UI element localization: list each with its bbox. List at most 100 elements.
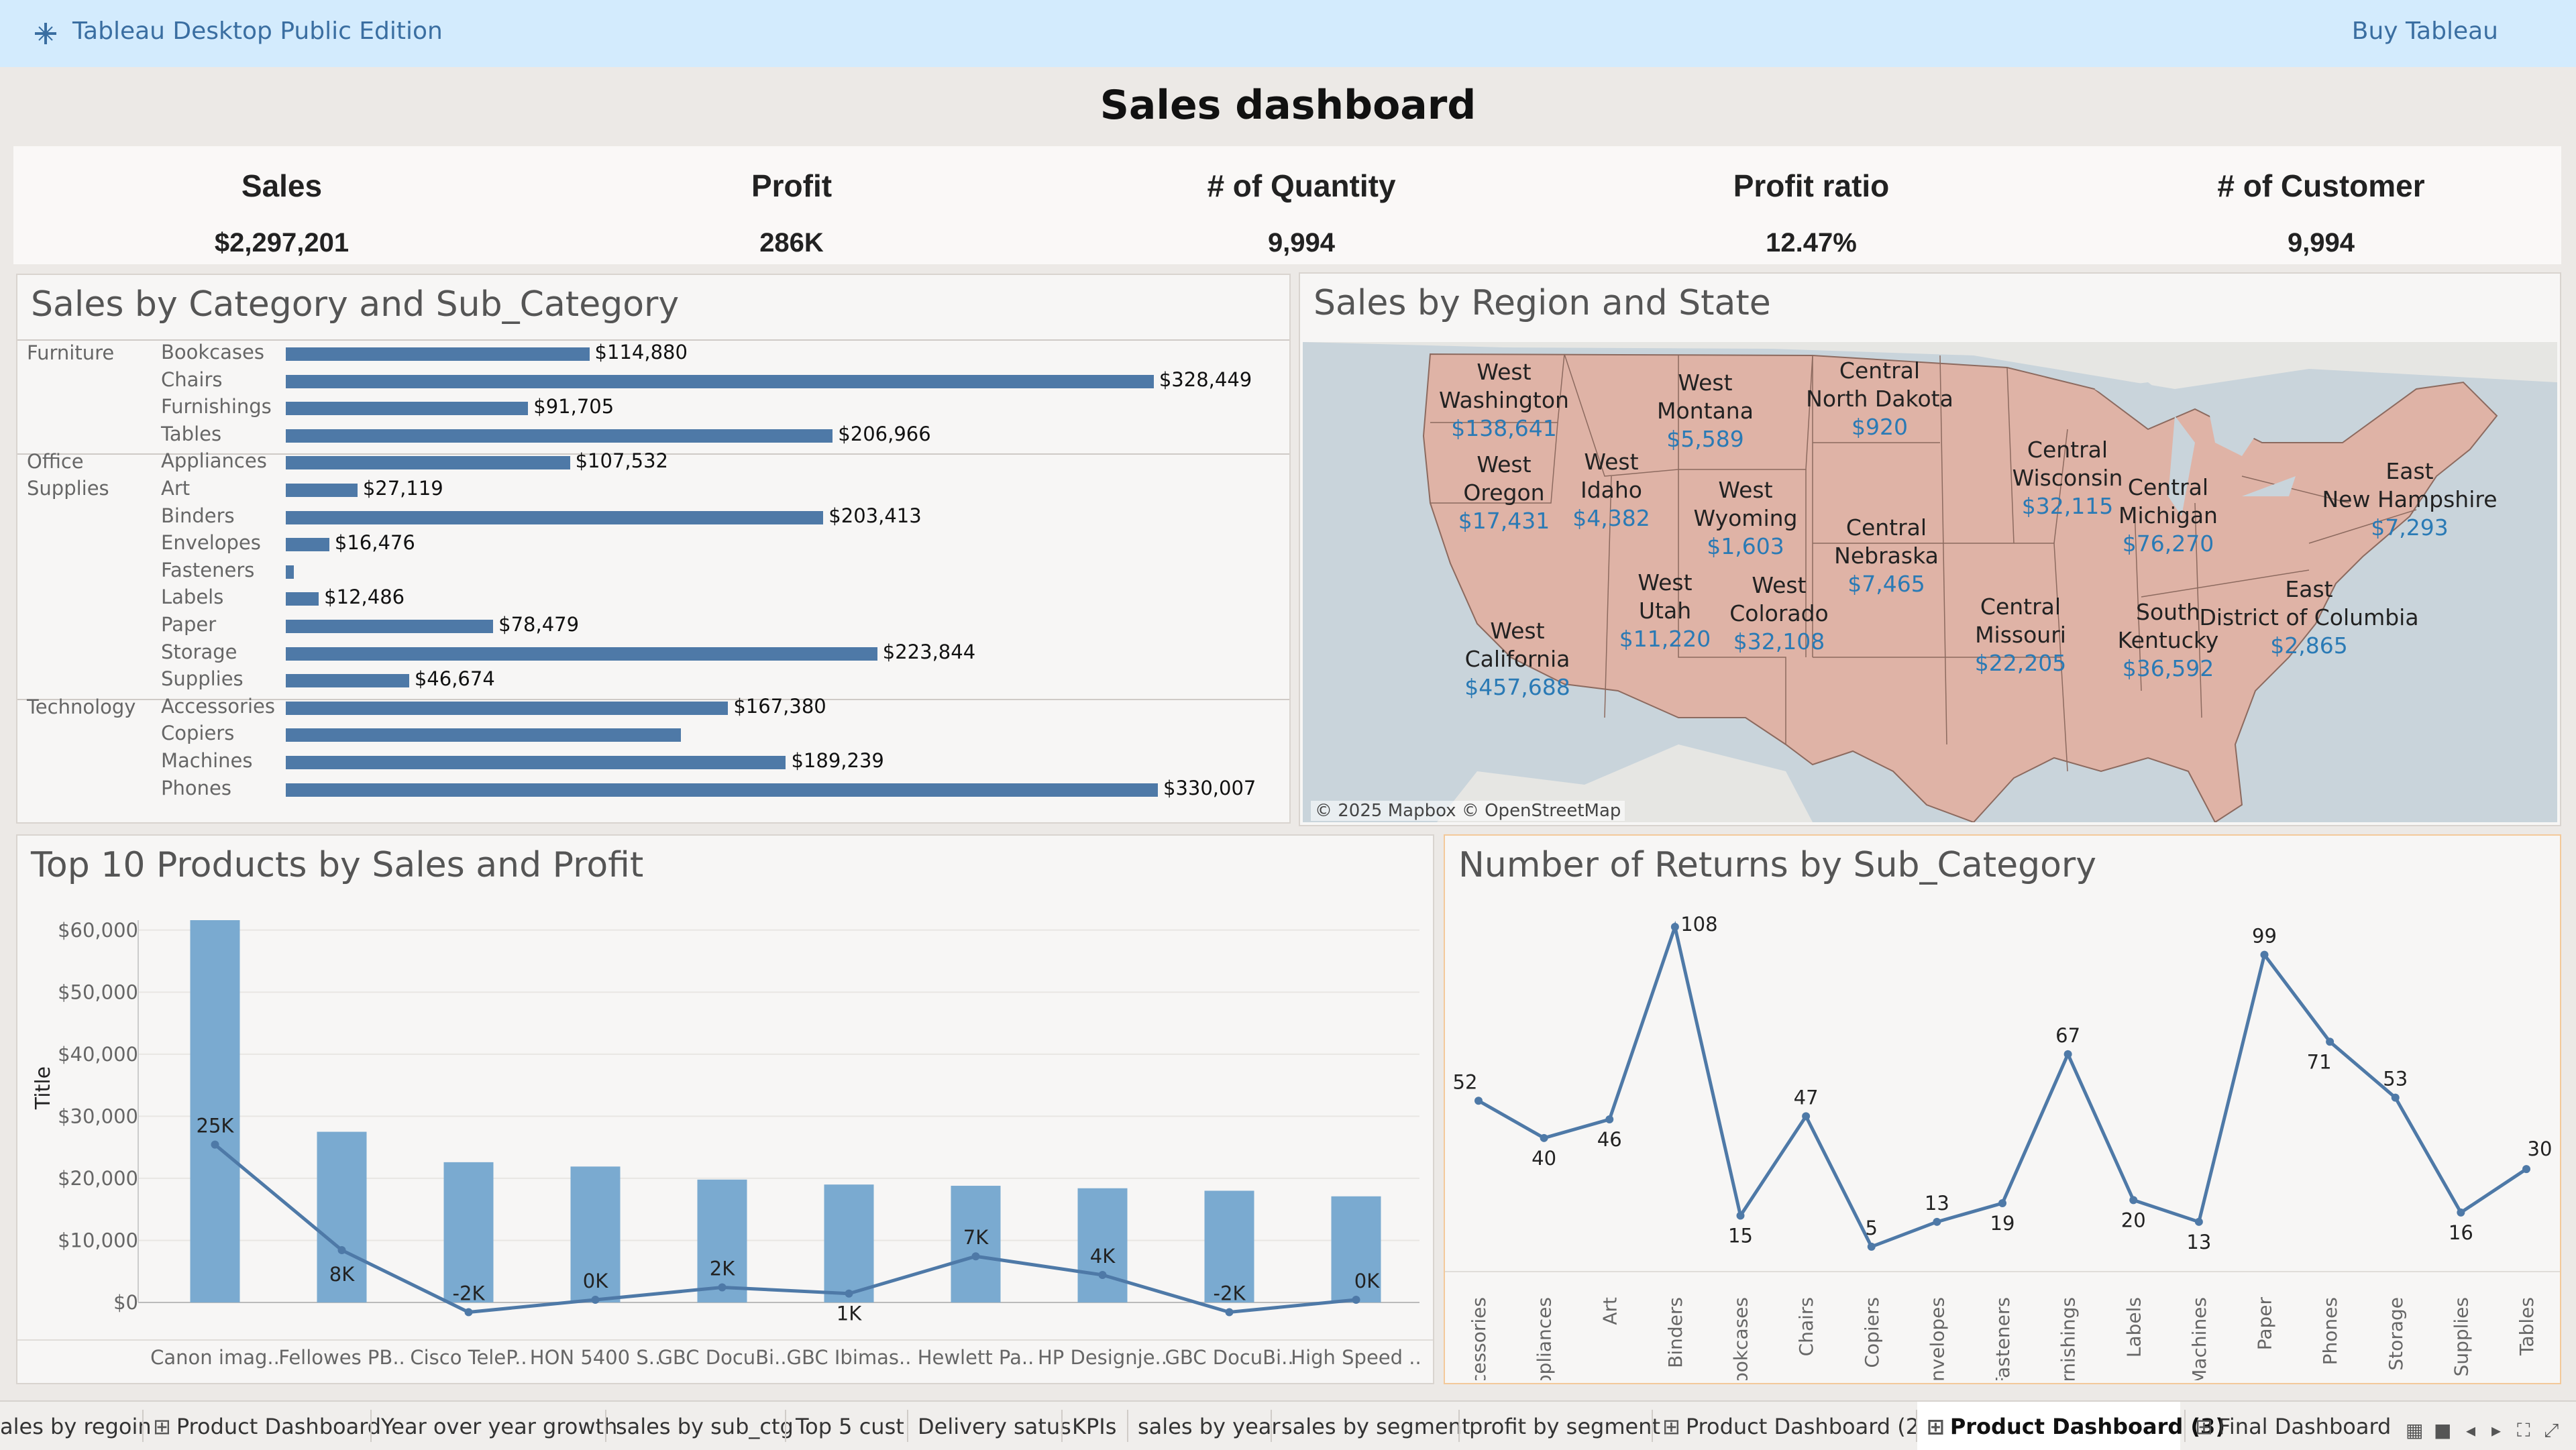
returns-point[interactable] xyxy=(1605,1115,1614,1124)
sheet-tab[interactable]: Top 5 cust xyxy=(796,1414,904,1439)
category-bar[interactable] xyxy=(286,647,877,661)
sheet-tab[interactable]: ⊞ Product Dashboard (2) xyxy=(1662,1414,1928,1439)
fit-icon[interactable]: ⛶ xyxy=(2517,1419,2530,1442)
sheet-tab[interactable]: ⊞ Product Dashboard (3) xyxy=(1927,1414,2225,1439)
profit-point[interactable] xyxy=(1225,1308,1234,1317)
returns-panel[interactable]: Number of Returns by Sub_Category 52 Acce… xyxy=(1444,834,2561,1384)
returns-point[interactable] xyxy=(1540,1133,1548,1142)
returns-point[interactable] xyxy=(2260,950,2269,959)
map-state-label[interactable]: West Wyoming $1,603 xyxy=(1694,476,1798,561)
product-bar[interactable] xyxy=(190,920,240,1302)
map-attribution[interactable]: © 2025 Mapbox © OpenStreetMap xyxy=(1311,801,1625,821)
sheet-tab[interactable]: profit by segment xyxy=(1469,1414,1660,1439)
map-state-label[interactable]: West Utah $11,220 xyxy=(1619,569,1711,653)
map-state-label[interactable]: Central Nebraska $7,465 xyxy=(1834,514,1939,598)
sheet-tab[interactable]: KPIs xyxy=(1072,1414,1116,1439)
sheet-tab[interactable]: ⊞ Product Dashboard xyxy=(153,1414,381,1439)
profit-point[interactable] xyxy=(211,1140,219,1149)
category-bar[interactable] xyxy=(286,620,494,633)
category-bar[interactable] xyxy=(286,538,329,552)
returns-point[interactable] xyxy=(1867,1242,1876,1251)
map-state-label[interactable]: West California $457,688 xyxy=(1464,617,1570,702)
category-bar[interactable] xyxy=(286,374,1154,388)
category-bar[interactable] xyxy=(286,565,294,579)
returns-point[interactable] xyxy=(2063,1050,2072,1058)
sheet-tab[interactable]: sales by year xyxy=(1138,1414,1281,1439)
sheet-tab[interactable]: sales by sub_ctg xyxy=(616,1414,794,1439)
top-products-chart[interactable]: Title $0 $10,000 $20,000 $30,000 $40,000 $50,0… xyxy=(17,900,1433,1380)
profit-point[interactable] xyxy=(591,1296,600,1304)
profit-point[interactable] xyxy=(718,1283,727,1292)
stop-icon[interactable]: ■ xyxy=(2434,1419,2451,1441)
profit-point[interactable] xyxy=(971,1252,980,1261)
category-bar[interactable] xyxy=(286,429,833,443)
category-bar[interactable] xyxy=(286,402,529,416)
map-state-label[interactable]: West Washington $138,641 xyxy=(1439,358,1569,443)
us-map[interactable]: West Washington $138,641 West Montana $5,589 C… xyxy=(1303,342,2557,822)
profit-point[interactable] xyxy=(464,1308,473,1317)
top-products-panel[interactable]: Top 10 Products by Sales and Profit Titl… xyxy=(16,834,1434,1384)
returns-chart[interactable]: 52 Accessories 40 Appliances 46 Art 108 Binders… xyxy=(1445,900,2560,1380)
profit-data-label: 2K xyxy=(710,1257,735,1280)
returns-point[interactable] xyxy=(2129,1196,2138,1205)
map-state-label[interactable]: Central Wisconsin $32,115 xyxy=(2012,436,2123,520)
returns-point[interactable] xyxy=(2194,1217,2203,1226)
returns-point[interactable] xyxy=(2522,1165,2530,1174)
profit-line[interactable] xyxy=(213,1143,1356,1315)
returns-point[interactable] xyxy=(2391,1093,2400,1102)
panel-title: Sales by Region and State xyxy=(1313,283,1771,323)
category-bar[interactable] xyxy=(286,701,729,715)
sheet-tab[interactable]: ⊞ Final Dashboard xyxy=(2195,1414,2391,1439)
returns-point[interactable] xyxy=(2457,1208,2465,1217)
map-state-label[interactable]: West Colorado $32,108 xyxy=(1729,571,1829,656)
returns-point[interactable] xyxy=(1736,1211,1745,1220)
returns-line[interactable] xyxy=(1477,920,2528,1249)
map-panel[interactable]: Sales by Region and State West Washingto… xyxy=(1299,272,2561,826)
returns-point[interactable] xyxy=(1802,1112,1811,1121)
returns-point[interactable] xyxy=(1933,1217,1941,1226)
sheet-tab[interactable]: ales by regoin xyxy=(0,1414,152,1439)
prev-icon[interactable]: ◂ xyxy=(2466,1419,2475,1441)
profit-point[interactable] xyxy=(1352,1296,1360,1304)
category-bar[interactable] xyxy=(286,592,319,606)
category-bar[interactable] xyxy=(286,484,358,497)
sheet-tab[interactable]: Year over year growth xyxy=(381,1414,617,1439)
map-state-label[interactable]: East New Hampshire $7,293 xyxy=(2322,457,2497,542)
next-icon[interactable]: ▸ xyxy=(2491,1419,2501,1441)
category-bar[interactable] xyxy=(286,783,1158,797)
tab-separator xyxy=(907,1410,908,1442)
profit-point[interactable] xyxy=(337,1245,346,1254)
returns-point[interactable] xyxy=(1998,1199,2006,1208)
category-label: Technology xyxy=(27,695,136,718)
category-bar[interactable] xyxy=(286,756,786,769)
fullscreen-icon[interactable]: ⤢ xyxy=(2544,1419,2559,1442)
returns-data-label: 53 xyxy=(2383,1068,2408,1091)
buy-tableau-link[interactable]: Buy Tableau xyxy=(2352,17,2498,45)
kpi-value: 286K xyxy=(759,228,824,258)
category-bar[interactable] xyxy=(286,674,409,688)
category-bar[interactable] xyxy=(286,456,570,470)
map-state-label[interactable]: Central Missouri $22,205 xyxy=(1975,593,2066,677)
category-panel[interactable]: Sales by Category and Sub_Category Furni… xyxy=(16,274,1291,824)
map-state-label[interactable]: West Montana $5,589 xyxy=(1657,369,1754,453)
returns-point[interactable] xyxy=(1474,1097,1483,1105)
returns-data-label: 47 xyxy=(1794,1086,1819,1109)
map-state-label[interactable]: Central North Dakota $920 xyxy=(1806,357,1953,441)
grid-view-icon[interactable]: ▦ xyxy=(2406,1419,2423,1441)
profit-data-label: -2K xyxy=(453,1282,486,1305)
map-state: California xyxy=(1464,646,1570,672)
map-state-label[interactable]: West Oregon $17,431 xyxy=(1458,451,1550,535)
returns-point[interactable] xyxy=(2326,1038,2334,1046)
profit-point[interactable] xyxy=(845,1289,853,1298)
map-state-label[interactable]: East District of Columbia $2,865 xyxy=(2199,575,2418,660)
category-bar[interactable] xyxy=(286,510,824,524)
profit-point[interactable] xyxy=(1098,1270,1107,1279)
product-bar[interactable] xyxy=(824,1184,874,1302)
category-bar[interactable] xyxy=(286,728,682,742)
map-state-label[interactable]: Central Michigan $76,270 xyxy=(2118,473,2218,558)
sheet-tab[interactable]: Delivery satus xyxy=(918,1414,1071,1439)
category-bar[interactable] xyxy=(286,347,590,361)
map-state-label[interactable]: West Idaho $4,382 xyxy=(1572,448,1650,533)
sheet-tab[interactable]: sales by segment xyxy=(1281,1414,1470,1439)
returns-point[interactable] xyxy=(1670,923,1679,931)
